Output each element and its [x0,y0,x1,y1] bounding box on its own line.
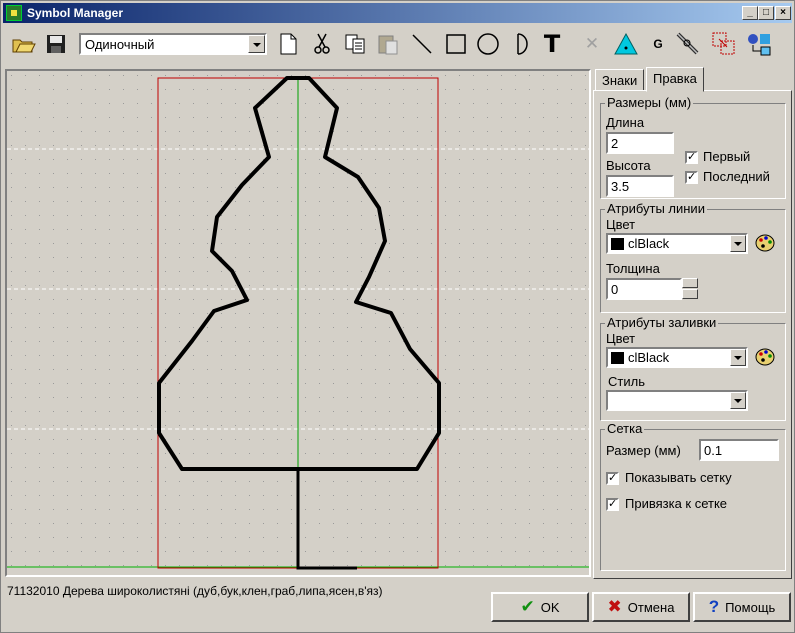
fill-color-dropdown[interactable]: clBlack [606,347,748,368]
fill-color-value: clBlack [628,350,670,365]
save-icon[interactable] [43,31,69,57]
fill-attributes-title: Атрибуты заливки [605,315,719,330]
palette-icon[interactable] [755,233,775,253]
grid-size-label: Размер (мм) [606,443,681,458]
cancel-label: Отмена [627,599,675,615]
circle-icon[interactable] [475,31,501,57]
grid-group: Сетка Размер (мм) 0.1 Показывать сетку П… [600,421,786,571]
height-label: Высота [606,158,651,173]
snap-grid-checkbox[interactable] [606,497,619,511]
properties-panel: Знаки Правка Размеры (мм) Длина 2 Высота… [593,67,792,579]
open-icon[interactable] [11,31,37,57]
help-label: Помощь [725,599,776,615]
new-icon[interactable] [275,31,301,57]
app-icon [6,5,22,21]
fill-color-label: Цвет [606,331,636,346]
paste-icon[interactable] [375,31,401,57]
spin-up-icon[interactable] [682,278,698,288]
line-attributes-group: Атрибуты линии Цвет clBlack Толщина 0 [600,201,786,313]
length-field[interactable]: 2 [606,132,674,154]
delete-icon[interactable]: ✕ [579,31,605,57]
snap-grid-label: Привязка к сетке [625,496,728,511]
sizes-group: Размеры (мм) Длина 2 Высота 3.5 Первый П… [600,95,786,199]
chevron-down-icon[interactable] [730,235,746,252]
help-button[interactable]: ? Помощь [693,592,791,622]
symbol-manager-window: Symbol Manager _ □ × Одиночный T ✕ G Зна… [0,0,795,633]
show-grid-checkbox[interactable] [606,471,619,485]
edit-tab-body: Размеры (мм) Длина 2 Высота 3.5 Первый П… [593,90,792,579]
sizes-title: Размеры (мм) [605,95,694,110]
thickness-field[interactable]: 0 [606,278,682,300]
first-label: Первый [703,149,751,164]
check-icon: ✔ [520,597,535,616]
drawing-canvas[interactable] [5,69,591,577]
mode-combobox[interactable]: Одиночный [79,33,267,55]
last-checkbox[interactable] [685,170,698,184]
thickness-spinner[interactable] [682,278,698,299]
spin-down-icon[interactable] [682,289,698,299]
ok-label: OK [540,599,560,615]
close-button[interactable]: × [775,6,791,20]
g-icon[interactable]: G [645,31,671,57]
color-swatch [611,238,624,250]
line-attributes-title: Атрибуты линии [605,201,707,216]
maximize-button[interactable]: □ [758,6,774,20]
transform-icon[interactable] [711,31,737,57]
minimize-button[interactable]: _ [742,6,758,20]
color-swatch [611,352,624,364]
layers-icon[interactable] [745,31,771,57]
grid-title: Сетка [605,421,645,436]
chevron-down-icon[interactable] [248,35,265,53]
toolbar: Одиночный T ✕ G [3,25,792,63]
ok-button[interactable]: ✔ OK [491,592,589,622]
symbol-drawing[interactable] [7,71,589,575]
fill-style-label: Стиль [608,374,645,389]
line-color-value: clBlack [628,236,670,251]
help-icon: ? [708,597,720,616]
grid-size-field[interactable]: 0.1 [699,439,779,461]
chevron-down-icon[interactable] [730,349,746,366]
cross-icon: ✖ [607,597,622,616]
title-bar[interactable]: Symbol Manager _ □ × [3,3,792,23]
line-color-label: Цвет [606,217,636,232]
cancel-button[interactable]: ✖ Отмена [592,592,690,622]
thickness-label: Толщина [606,261,660,276]
triangle-icon[interactable] [613,31,639,57]
length-label: Длина [606,115,645,130]
line-color-dropdown[interactable]: clBlack [606,233,748,254]
first-checkbox[interactable] [685,150,698,164]
rectangle-icon[interactable] [443,31,469,57]
fill-attributes-group: Атрибуты заливки Цвет clBlack Стиль [600,315,786,421]
fill-style-dropdown[interactable] [606,390,748,411]
last-label: Последний [703,169,770,184]
window-title: Symbol Manager [27,6,124,20]
line-icon[interactable] [409,31,435,57]
chevron-down-icon[interactable] [730,392,746,409]
mode-value: Одиночный [85,37,155,52]
height-field[interactable]: 3.5 [606,175,674,197]
tab-edit[interactable]: Правка [646,67,704,92]
cut-icon[interactable] [309,31,335,57]
arc-icon[interactable] [511,31,537,57]
palette-icon[interactable] [755,347,775,367]
show-grid-label: Показывать сетку [625,470,732,485]
pen-tool-icon[interactable] [675,31,701,57]
status-text: 71132010 Дерева широколистяні (дуб,бук,к… [7,584,383,598]
tab-signs[interactable]: Знаки [595,69,645,91]
copy-icon[interactable] [343,31,369,57]
text-icon[interactable]: T [539,30,565,58]
